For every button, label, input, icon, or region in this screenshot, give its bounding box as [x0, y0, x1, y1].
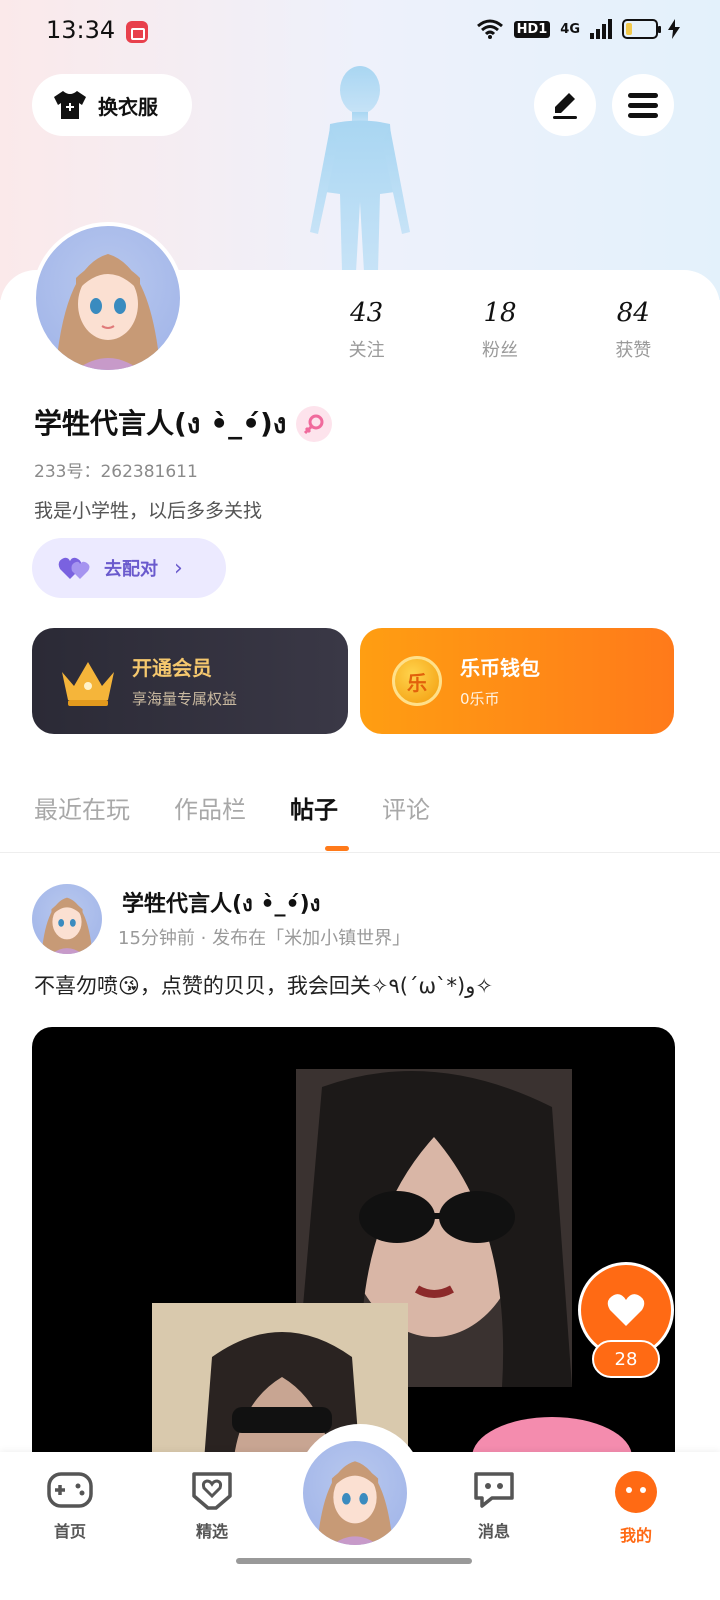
chevron-right-icon: ›	[174, 555, 183, 581]
stat-following[interactable]: 43 关注	[300, 298, 433, 362]
change-outfit-button[interactable]: 换衣服	[32, 74, 192, 136]
stat-likes[interactable]: 84 获赞	[567, 298, 700, 362]
profile-bio: 我是小学牲，以后多多关找	[34, 500, 263, 522]
anime-girl-avatar-image	[317, 1461, 393, 1545]
heart-box-icon	[192, 1472, 232, 1510]
post-text[interactable]: 不喜勿喷😘，点赞的贝贝，我会回关✧٩(ˊωˋ*)و✧	[34, 970, 493, 1000]
menu-button[interactable]	[612, 74, 674, 136]
screen-record-icon	[126, 21, 148, 43]
photo-collage-image	[152, 1069, 632, 1487]
tab-comments[interactable]: 评论	[382, 790, 430, 825]
tab-works[interactable]: 作品栏	[174, 790, 246, 825]
vip-subtitle: 享海量专属权益	[132, 690, 238, 708]
post-meta: 15分钟前 · 发布在「米加小镇世界」	[118, 928, 411, 949]
active-tab-indicator	[325, 846, 349, 851]
profile-stats: 43 关注 18 粉丝 84 获赞	[300, 298, 700, 362]
change-outfit-label: 换衣服	[98, 94, 158, 119]
post-author-avatar[interactable]	[32, 884, 102, 954]
post-author-name[interactable]: 学牲代言人(ง •̀_•́)ง	[122, 886, 320, 921]
like-count-badge: 28	[592, 1340, 660, 1378]
stat-label: 粉丝	[481, 340, 518, 361]
nav-messages[interactable]: 消息	[454, 1470, 534, 1542]
charging-icon	[668, 19, 680, 39]
vip-membership-card[interactable]: 开通会员 享海量专属权益	[32, 628, 348, 734]
post-image[interactable]	[32, 1027, 675, 1487]
avatar-hologram[interactable]	[300, 62, 420, 277]
tshirt-icon	[54, 91, 86, 119]
nav-profile-label: 我的	[619, 1526, 652, 1545]
edit-profile-button[interactable]	[534, 74, 596, 136]
vip-title: 开通会员	[132, 656, 212, 680]
nav-home-label: 首页	[53, 1522, 86, 1541]
nav-profile[interactable]: 我的	[596, 1470, 676, 1546]
profile-tabs: 最近在玩 作品栏 帖子 评论	[34, 790, 430, 825]
match-button[interactable]: 去配对 ›	[32, 538, 226, 598]
wallet-card[interactable]: 乐 乐币钱包 0乐币	[360, 628, 674, 734]
home-indicator[interactable]	[236, 1558, 472, 1564]
status-time: 13:34	[46, 16, 116, 44]
nav-messages-label: 消息	[477, 1522, 510, 1541]
tab-recently-played[interactable]: 最近在玩	[34, 790, 130, 825]
signal-icon	[590, 19, 612, 39]
anime-girl-avatar-image	[56, 254, 160, 370]
wallet-balance: 0乐币	[460, 690, 500, 708]
wifi-icon	[476, 19, 503, 39]
coin-icon: 乐	[392, 656, 442, 706]
stat-label: 获赞	[615, 340, 652, 361]
nav-featured[interactable]: 精选	[172, 1470, 252, 1542]
female-gender-icon	[296, 406, 333, 442]
battery-icon	[622, 19, 661, 39]
tab-divider	[0, 852, 720, 853]
stat-value: 43	[350, 298, 384, 328]
face-icon	[615, 1471, 657, 1513]
tab-posts[interactable]: 帖子	[290, 790, 338, 825]
center-avatar-button[interactable]	[300, 1438, 410, 1548]
pen-icon	[553, 93, 577, 119]
status-bar: 13:34 HD1 4G	[0, 0, 720, 62]
hamburger-icon	[628, 93, 658, 118]
stat-value: 18	[483, 298, 517, 328]
heart-icon	[607, 1294, 645, 1326]
stat-value: 84	[616, 298, 650, 328]
profile-username: 学牲代言人(ง •̀_•́)ง	[34, 407, 287, 440]
nav-featured-label: 精选	[195, 1522, 228, 1541]
profile-uid: 233号：262381611	[34, 462, 198, 482]
profile-avatar[interactable]	[32, 222, 184, 374]
wallet-title: 乐币钱包	[460, 656, 540, 680]
match-label: 去配对	[104, 559, 158, 580]
stat-label: 关注	[348, 340, 385, 361]
double-heart-icon	[58, 557, 90, 579]
signal-4g-label: 4G	[560, 21, 580, 37]
chat-icon	[474, 1472, 514, 1508]
crown-icon	[62, 662, 114, 706]
hd-badge: HD1	[513, 20, 551, 38]
profile-username-row: 学牲代言人(ง •̀_•́)ง	[34, 402, 333, 446]
gamepad-icon	[47, 1472, 93, 1508]
stat-followers[interactable]: 18 粉丝	[433, 298, 566, 362]
nav-home[interactable]: 首页	[30, 1470, 110, 1542]
anime-girl-avatar-image	[41, 897, 93, 954]
